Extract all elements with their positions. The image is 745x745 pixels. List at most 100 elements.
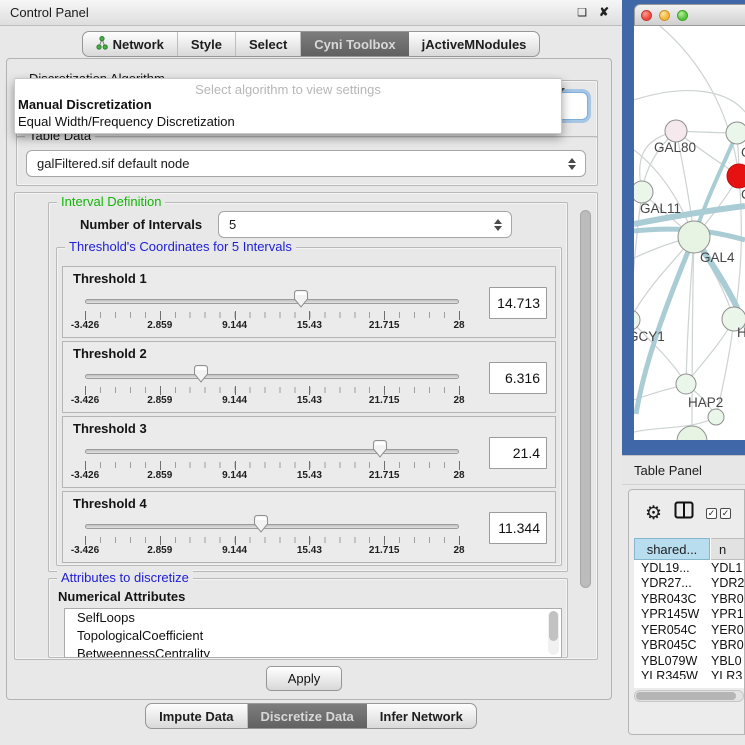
network-window-titlebar: [634, 4, 745, 26]
threshold-3-panel: Threshold 3 -3.426 2.859 9.144 15.43 21.…: [62, 416, 556, 488]
zoom-traffic-light-icon[interactable]: [677, 10, 688, 21]
node-gal11[interactable]: [634, 181, 653, 203]
tab-select[interactable]: Select: [236, 32, 301, 56]
threshold-2-value-field[interactable]: [489, 362, 547, 394]
threshold-3-value-field[interactable]: [489, 437, 547, 469]
threshold-1-slider-thumb[interactable]: [292, 289, 309, 314]
threshold-1-value-field[interactable]: [489, 287, 547, 319]
threshold-4-value-field[interactable]: [489, 512, 547, 544]
attributes-list-scrollbar[interactable]: [548, 611, 559, 655]
list-item-selfloops[interactable]: SelfLoops: [65, 609, 561, 627]
threshold-2-slider-thumb[interactable]: [192, 364, 209, 389]
node-table: shared... n YDL19...YDL1 YDR27...YDR2 YB…: [634, 538, 745, 688]
algorithm-option-equal-width[interactable]: Equal Width/Frequency Discretization: [15, 113, 561, 130]
split-columns-icon[interactable]: [674, 501, 694, 525]
node-gal80[interactable]: [665, 120, 687, 142]
minimize-traffic-light-icon[interactable]: [659, 10, 670, 21]
svg-text:GAL11: GAL11: [640, 201, 681, 216]
control-panel-title: Control Panel: [0, 5, 89, 20]
table-row[interactable]: YDL19...YDL1: [634, 560, 745, 576]
svg-text:GCY1: GCY1: [634, 329, 665, 344]
tab-infer-network[interactable]: Infer Network: [367, 704, 476, 728]
combobox-stepper-icon: [568, 158, 576, 170]
table-row[interactable]: YBL079WYBL0: [634, 653, 745, 669]
node-small-bottom[interactable]: [708, 409, 724, 425]
top-tab-bar: Network Style Select Cyni Toolbox jActiv…: [0, 31, 622, 58]
numerical-attributes-list: SelfLoops TopologicalCoefficient Between…: [64, 608, 562, 658]
settings-scrollbar-thumb[interactable]: [580, 210, 591, 588]
svg-text:GAL4: GAL4: [700, 250, 735, 265]
settings-vertical-scrollbar[interactable]: [578, 196, 593, 656]
column-header-name[interactable]: n: [711, 538, 745, 560]
tab-discretize-data[interactable]: Discretize Data: [248, 704, 367, 728]
threshold-4-panel: Threshold 4 -3.426 2.859 9.144 15.43 21.…: [62, 491, 556, 563]
threshold-4-slider-thumb[interactable]: [252, 514, 269, 539]
attributes-group-title: Attributes to discretize: [57, 570, 193, 585]
table-horizontal-scrollbar-thumb[interactable]: [636, 692, 736, 700]
node-big-bottom[interactable]: [677, 426, 707, 440]
top-tab-group: Network Style Select Cyni Toolbox jActiv…: [82, 31, 541, 57]
tab-impute-data[interactable]: Impute Data: [146, 704, 247, 728]
numerical-attributes-label: Numerical Attributes: [58, 589, 185, 604]
algorithm-dropdown-hint: Select algorithm to view settings: [15, 79, 561, 96]
node-hap2[interactable]: [676, 374, 696, 394]
number-of-intervals-value: 5: [229, 217, 236, 232]
number-of-intervals-combobox[interactable]: 5: [218, 211, 512, 238]
column-header-shared-name[interactable]: shared...: [634, 538, 710, 560]
threshold-4-scale: -3.426 2.859 9.144 15.43 21.715 28: [85, 492, 459, 564]
node-gal4[interactable]: [678, 221, 710, 253]
svg-text:GAL80: GAL80: [654, 140, 696, 155]
table-row[interactable]: YLR345WYLR3: [634, 669, 745, 680]
combobox-stepper-icon: [494, 219, 502, 231]
node-table-rows: YDL19...YDL1 YDR27...YDR2 YBR043CYBR0 YP…: [634, 560, 745, 679]
table-panel-toolbar: ⚙ ✓ ✓: [629, 490, 744, 536]
svg-text:G: G: [741, 145, 745, 160]
threshold-1-scale: -3.426 2.859 9.144 15.43 21.715 28: [85, 267, 459, 339]
svg-text:C: C: [741, 187, 745, 202]
threshold-3-scale: -3.426 2.859 9.144 15.43 21.715 28: [85, 417, 459, 489]
checkbox-icon[interactable]: ✓: [706, 508, 717, 519]
algorithm-option-manual[interactable]: Manual Discretization: [15, 96, 561, 113]
table-horizontal-scrollbar[interactable]: [634, 690, 744, 702]
table-row[interactable]: YER054CYER0: [634, 622, 745, 638]
close-window-icon[interactable]: ✘: [596, 4, 612, 20]
float-window-icon[interactable]: ❑: [574, 4, 590, 20]
table-data-combobox-value: galFiltered.sif default node: [37, 156, 189, 171]
tab-network[interactable]: Network: [83, 32, 178, 56]
interval-definition-group-title: Interval Definition: [57, 194, 165, 209]
list-item-topologicalcoefficient[interactable]: TopologicalCoefficient: [65, 627, 561, 645]
bottom-tab-group: Impute Data Discretize Data Infer Networ…: [145, 703, 477, 729]
table-row[interactable]: YBR045CYBR0: [634, 638, 745, 654]
attributes-list-scrollbar-thumb[interactable]: [549, 611, 558, 641]
table-panel-titlebar: Table Panel: [622, 455, 745, 485]
network-canvas[interactable]: GAL80 G C GAL11 GAL4 GCY1 H HAP2: [634, 26, 745, 440]
table-row[interactable]: YBR043CYBR0: [634, 591, 745, 607]
thresholds-group-title: Threshold's Coordinates for 5 Intervals: [65, 239, 296, 254]
screenshot-root: Control Panel ❑ ✘ Network Style Select: [0, 0, 745, 745]
column-checkboxes: ✓ ✓: [706, 508, 731, 519]
close-traffic-light-icon[interactable]: [641, 10, 652, 21]
threshold-1-panel: Threshold 1 -3.426 2.859 9.144 15.43 21.…: [62, 266, 556, 338]
threshold-3-slider-thumb[interactable]: [372, 439, 389, 464]
table-row[interactable]: YDR27...YDR2: [634, 576, 745, 592]
checkbox-icon[interactable]: ✓: [720, 508, 731, 519]
node-gcy1[interactable]: [634, 310, 640, 330]
svg-text:HAP2: HAP2: [688, 395, 723, 410]
tab-jactivemnodules[interactable]: jActiveMNodules: [409, 32, 540, 56]
table-data-combobox[interactable]: galFiltered.sif default node: [26, 150, 586, 177]
tab-style[interactable]: Style: [178, 32, 236, 56]
tab-cyni-toolbox[interactable]: Cyni Toolbox: [301, 32, 408, 56]
tab-network-label: Network: [113, 37, 164, 52]
node-partial-g[interactable]: [726, 122, 745, 144]
bottom-tab-bar: Impute Data Discretize Data Infer Networ…: [0, 703, 622, 729]
apply-button[interactable]: Apply: [266, 666, 342, 691]
algorithm-dropdown-popup: Select algorithm to view settings Manual…: [14, 78, 562, 134]
network-icon: [96, 36, 108, 53]
svg-text:H: H: [737, 325, 745, 340]
table-panel-title: Table Panel: [622, 463, 702, 478]
node-red-selected[interactable]: [727, 164, 745, 188]
list-item-betweennesscentrality[interactable]: BetweennessCentrality: [65, 645, 561, 658]
table-row[interactable]: YPR145WYPR1: [634, 607, 745, 623]
table-panel-card: ⚙ ✓ ✓ shared... n YDL19...YDL1 YDR27...Y…: [628, 489, 745, 735]
gear-icon[interactable]: ⚙: [645, 504, 662, 523]
